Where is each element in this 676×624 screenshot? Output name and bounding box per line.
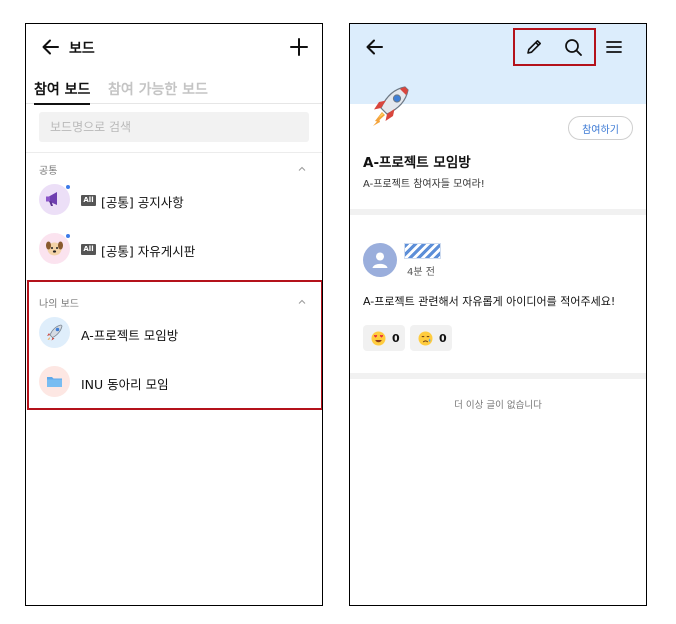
board-title: A-프로젝트 모임방 (363, 155, 471, 171)
back-arrow-icon[interactable] (40, 36, 62, 58)
reaction-crying-face[interactable]: 0 (410, 325, 452, 351)
board-detail-screen: 참여하기 A-프로젝트 모임방 A-프로젝트 참여자들 모여라! 4분 전 A-… (349, 23, 647, 606)
back-arrow-icon[interactable] (364, 36, 386, 58)
post-author-name-redacted (404, 243, 441, 259)
reaction-heart-eyes[interactable]: 0 (363, 325, 405, 351)
add-icon[interactable] (288, 36, 310, 58)
heart-eyes-icon (371, 331, 386, 346)
chevron-up-icon[interactable] (298, 165, 306, 173)
tab-joined-boards[interactable]: 참여 보드 (34, 79, 91, 105)
chevron-up-icon[interactable] (298, 298, 306, 306)
reaction-count: 0 (439, 332, 447, 345)
board-description: A-프로젝트 참여자들 모여라! (363, 179, 485, 190)
tab-available-boards[interactable]: 참여 가능한 보드 (108, 79, 208, 99)
join-board-button[interactable]: 참여하기 (568, 116, 633, 140)
section-separator (350, 209, 646, 215)
end-of-list-message: 더 이상 글이 없습니다 (454, 400, 542, 411)
board-search-input[interactable] (39, 112, 309, 142)
board-item-inu-club[interactable]: INU 동아리 모임 (26, 360, 322, 404)
new-indicator (65, 184, 71, 190)
header: 보드 (26, 24, 322, 74)
tab-bar: 참여 보드 참여 가능한 보드 (26, 76, 322, 105)
reaction-count: 0 (392, 332, 400, 345)
post-author-avatar (363, 243, 397, 277)
crying-face-icon (418, 331, 433, 346)
board-item-label: A-프로젝트 모임방 (81, 328, 179, 343)
section-separator (350, 373, 646, 379)
board-list-screen: 보드 참여 보드 참여 가능한 보드 공통 All [공통] 공지사항 (25, 23, 323, 606)
board-item-label: [공통] 공지사항 (101, 195, 184, 210)
user-icon (372, 252, 388, 268)
section-label-common: 공통 (39, 166, 58, 177)
rocket-icon (373, 86, 409, 126)
divider (26, 280, 322, 281)
divider (26, 152, 322, 153)
rocket-icon (39, 317, 70, 348)
megaphone-icon (39, 184, 71, 215)
page-title: 보드 (69, 41, 95, 57)
new-indicator (65, 233, 71, 239)
dog-face-icon (39, 233, 71, 264)
section-label-my-boards: 나의 보드 (39, 299, 79, 310)
board-item-label: INU 동아리 모임 (81, 377, 169, 392)
board-item-label: [공통] 자유게시판 (101, 244, 196, 259)
board-item-notice[interactable]: All [공통] 공지사항 (26, 178, 322, 222)
board-item-free[interactable]: All [공통] 자유게시판 (26, 227, 322, 271)
folder-icon (39, 366, 70, 397)
board-item-a-project[interactable]: A-프로젝트 모임방 (26, 311, 322, 355)
all-badge: All (81, 244, 96, 255)
menu-icon[interactable] (603, 36, 625, 58)
pencil-icon[interactable] (523, 36, 545, 58)
search-icon[interactable] (562, 36, 584, 58)
all-badge: All (81, 195, 96, 206)
post-timestamp: 4분 전 (407, 267, 435, 278)
post-body: A-프로젝트 관련해서 자유롭게 아이디어를 적어주세요! (363, 295, 616, 308)
